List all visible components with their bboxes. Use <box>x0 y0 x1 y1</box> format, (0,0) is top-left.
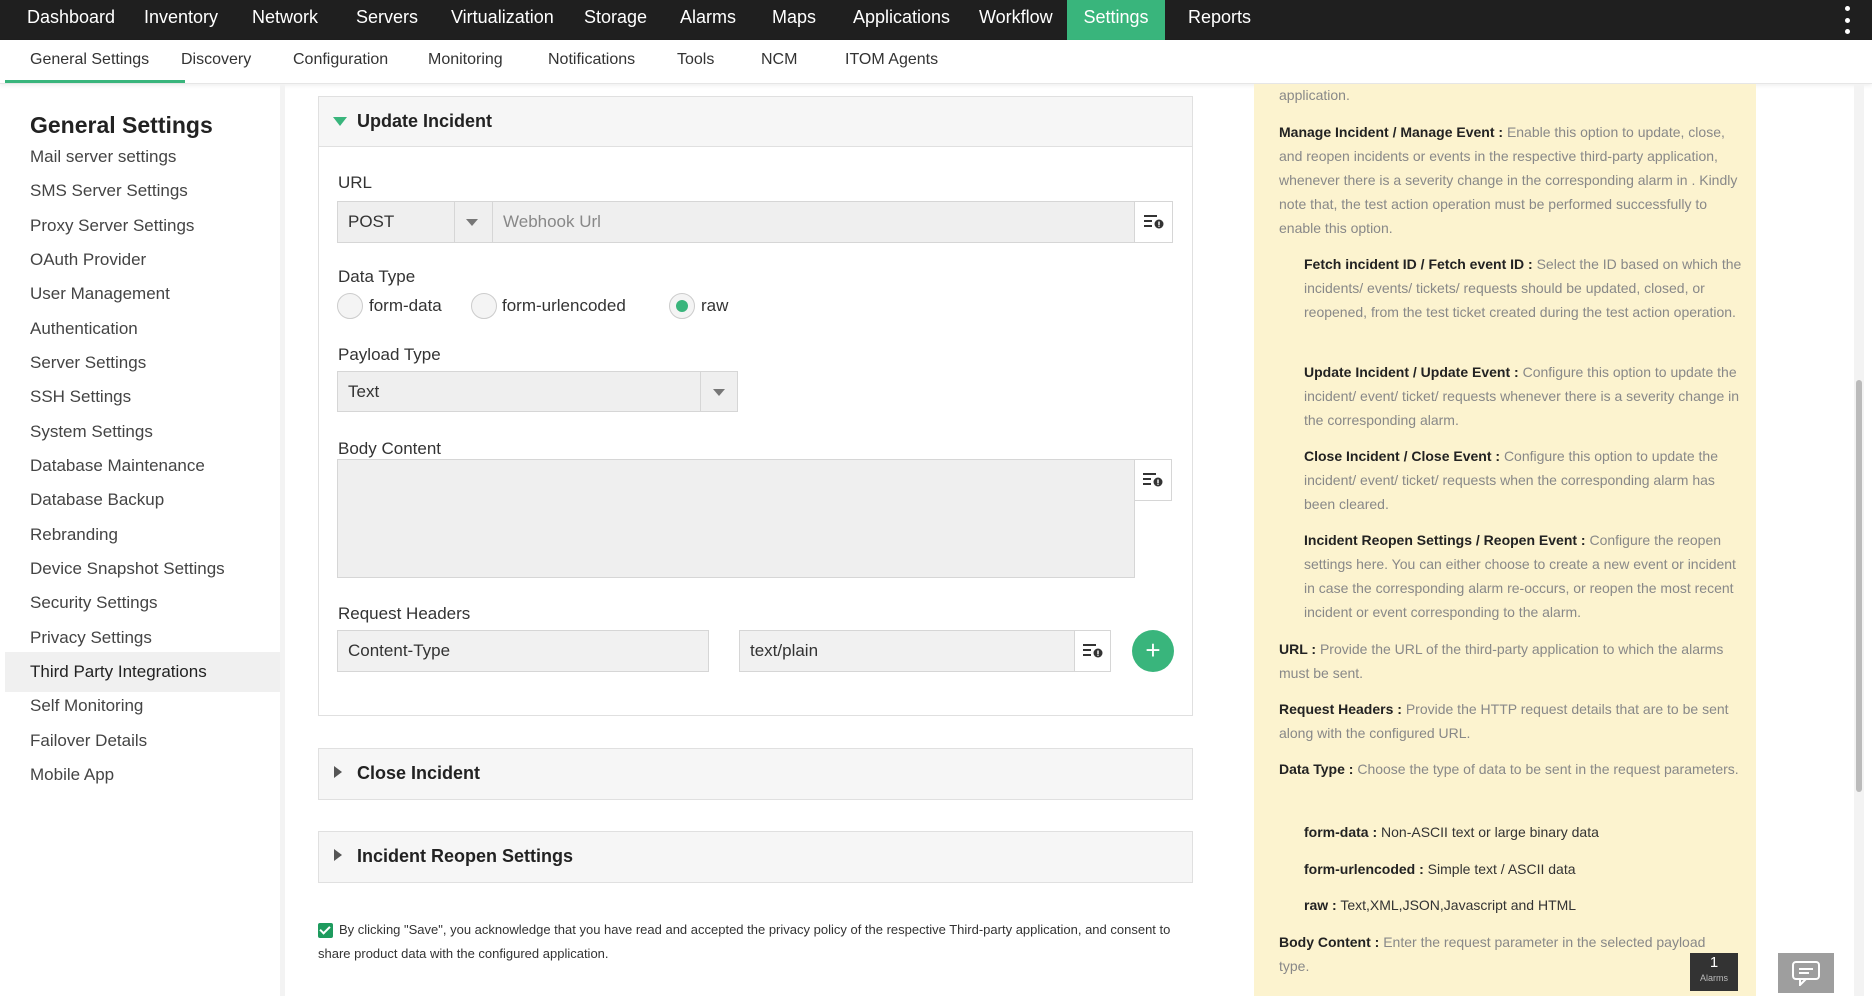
active-tab-indicator <box>5 80 185 83</box>
nav-reports[interactable]: Reports <box>1188 0 1251 40</box>
update-incident-header[interactable]: Update Incident <box>319 97 1192 147</box>
variables-icon[interactable] <box>1134 459 1172 501</box>
payload-type-select[interactable]: Text <box>337 371 738 412</box>
help-update-incident: Update Incident / Update Event : Configu… <box>1304 364 1740 428</box>
caret-right-icon <box>334 766 342 778</box>
sidebar-item-db-backup[interactable]: Database Backup <box>5 480 280 520</box>
help-reopen: Incident Reopen Settings / Reopen Event … <box>1304 532 1736 620</box>
help-raw: raw : Text,XML,JSON,Javascript and HTML <box>1304 897 1577 913</box>
caret-down-icon <box>333 117 347 126</box>
radio-form-data[interactable] <box>337 293 363 319</box>
reopen-settings-panel[interactable]: Incident Reopen Settings <box>318 831 1193 883</box>
sidebar-item-user-management[interactable]: User Management <box>5 274 280 314</box>
tab-ncm[interactable]: NCM <box>761 40 797 84</box>
variables-icon[interactable] <box>1134 202 1172 242</box>
radio-raw-label: raw <box>701 296 729 315</box>
help-manage-incident: Manage Incident / Manage Event : Enable … <box>1279 124 1738 236</box>
sidebar-item-mobile-app[interactable]: Mobile App <box>5 755 280 795</box>
help-close-incident: Close Incident / Close Event : Configure… <box>1304 448 1718 512</box>
sidebar: General Settings Mail server settings SM… <box>5 96 280 996</box>
header-key-input[interactable]: Content-Type <box>337 630 709 672</box>
nav-settings[interactable]: Settings <box>1067 0 1165 40</box>
reopen-settings-title: Incident Reopen Settings <box>357 846 574 866</box>
tab-itom-agents[interactable]: ITOM Agents <box>845 40 938 84</box>
consent-text: By clicking "Save", you acknowledge that… <box>318 922 1171 961</box>
chevron-down-icon[interactable] <box>466 219 478 226</box>
tab-tools[interactable]: Tools <box>677 40 714 84</box>
request-headers-label: Request Headers <box>338 604 471 623</box>
nav-virtualization[interactable]: Virtualization <box>451 0 554 40</box>
sidebar-item-self-monitoring[interactable]: Self Monitoring <box>5 686 280 726</box>
nav-applications[interactable]: Applications <box>853 0 950 40</box>
help-request-headers: Request Headers : Provide the HTTP reque… <box>1279 701 1729 741</box>
nav-storage[interactable]: Storage <box>584 0 647 40</box>
help-body-content: Body Content : Enter the request paramet… <box>1279 934 1706 974</box>
payload-type-value: Text <box>348 381 380 401</box>
alarm-label: Alarms <box>1699 973 1728 983</box>
help-data-type: Data Type : Choose the type of data to b… <box>1279 761 1739 777</box>
sidebar-title: General Settings <box>30 112 213 138</box>
gutter <box>280 84 285 996</box>
nav-dashboard[interactable]: Dashboard <box>27 0 115 40</box>
radio-form-urlencoded[interactable] <box>471 293 497 319</box>
consent-checkbox[interactable] <box>318 923 333 939</box>
nav-inventory[interactable]: Inventory <box>144 0 218 40</box>
caret-right-icon <box>334 849 342 861</box>
body-content-textarea[interactable] <box>337 459 1135 578</box>
help-form-data: form-data : Non-ASCII text or large bina… <box>1304 824 1599 840</box>
more-menu-icon[interactable] <box>1844 6 1850 34</box>
sidebar-item-security[interactable]: Security Settings <box>5 583 280 623</box>
header-value-input[interactable]: text/plain <box>739 630 1111 672</box>
update-incident-title: Update Incident <box>357 111 493 131</box>
radio-raw[interactable] <box>669 293 695 319</box>
scrollbar-thumb[interactable] <box>1856 380 1862 792</box>
chat-icon[interactable] <box>1778 953 1834 993</box>
alarm-count: 1 <box>1709 954 1719 971</box>
nav-workflow[interactable]: Workflow <box>979 0 1053 40</box>
tab-configuration[interactable]: Configuration <box>293 40 388 84</box>
tab-monitoring[interactable]: Monitoring <box>428 40 503 84</box>
close-incident-title: Close Incident <box>357 763 481 783</box>
tab-discovery[interactable]: Discovery <box>181 40 251 84</box>
sidebar-item-sms-server[interactable]: SMS Server Settings <box>5 171 280 211</box>
webhook-url-input[interactable]: Webhook Url <box>503 212 601 232</box>
help-fragment: application. <box>1279 87 1350 103</box>
nav-maps[interactable]: Maps <box>772 0 816 40</box>
radio-form-urlencoded-label: form-urlencoded <box>502 296 626 315</box>
help-fetch-id: Fetch incident ID / Fetch event ID : Sel… <box>1304 256 1742 320</box>
help-form-urlencoded: form-urlencoded : Simple text / ASCII da… <box>1304 861 1576 877</box>
help-pane: application. Manage Incident / Manage Ev… <box>1254 84 1756 996</box>
alarms-widget[interactable]: 1 Alarms <box>1690 953 1738 991</box>
radio-form-data-label: form-data <box>369 296 442 315</box>
help-url: URL : Provide the URL of the third-party… <box>1279 641 1724 681</box>
chevron-down-icon <box>713 389 725 396</box>
nav-network[interactable]: Network <box>252 0 318 40</box>
http-method-select[interactable]: POST <box>348 212 394 232</box>
data-type-label: Data Type <box>338 267 416 286</box>
url-label: URL <box>338 173 373 192</box>
tab-notifications[interactable]: Notifications <box>548 40 635 84</box>
variables-icon[interactable] <box>1074 631 1110 671</box>
add-header-button[interactable]: + <box>1132 630 1174 672</box>
close-incident-panel[interactable]: Close Incident <box>318 748 1193 800</box>
body-content-label: Body Content <box>338 439 442 458</box>
sidebar-item-ssh[interactable]: SSH Settings <box>5 377 280 417</box>
tab-general-settings[interactable]: General Settings <box>30 40 149 84</box>
nav-alarms[interactable]: Alarms <box>680 0 736 40</box>
url-field-group: POST Webhook Url <box>337 201 1173 243</box>
nav-servers[interactable]: Servers <box>356 0 418 40</box>
top-nav: Dashboard Inventory Network Servers Virt… <box>0 0 1872 40</box>
payload-type-label: Payload Type <box>338 345 441 364</box>
sub-nav: General Settings Discovery Configuration… <box>0 40 1872 84</box>
